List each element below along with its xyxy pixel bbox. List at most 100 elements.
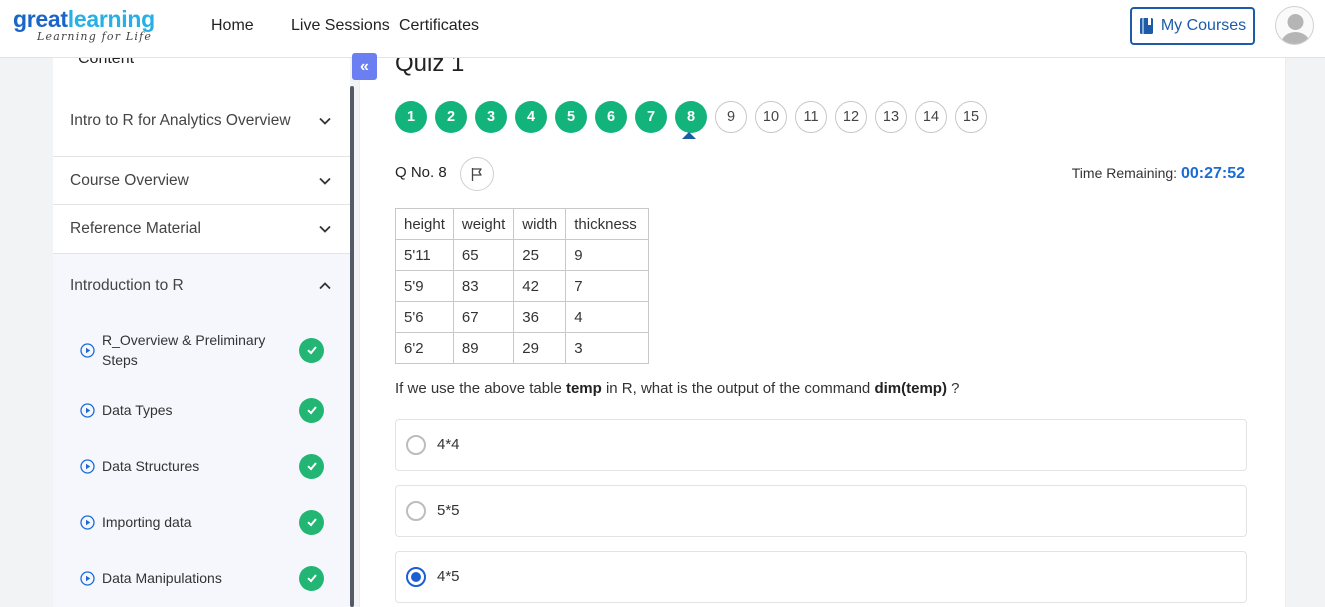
chevron-down-icon bbox=[319, 117, 331, 125]
question-button-13[interactable]: 13 bbox=[875, 101, 907, 133]
question-button-10[interactable]: 10 bbox=[755, 101, 787, 133]
time-label: Time Remaining: bbox=[1071, 165, 1178, 181]
answer-option-selected[interactable]: 4*5 bbox=[395, 551, 1247, 603]
greatlearning-logo[interactable]: greatlearning Learning for Life bbox=[13, 7, 155, 43]
lesson-item[interactable]: R_Overview & Preliminary Steps bbox=[53, 328, 350, 372]
question-button-15[interactable]: 15 bbox=[955, 101, 987, 133]
table-cell: 89 bbox=[452, 332, 515, 364]
table-cell: 65 bbox=[452, 239, 515, 271]
lesson-item[interactable]: Data Structures bbox=[53, 446, 350, 486]
completed-check-icon bbox=[299, 565, 324, 591]
section-reference-material[interactable]: Reference Material bbox=[53, 205, 350, 254]
table-cell: 36 bbox=[513, 301, 567, 333]
table-cell: 83 bbox=[452, 270, 515, 302]
completed-check-icon bbox=[299, 509, 324, 535]
question-button-12[interactable]: 12 bbox=[835, 101, 867, 133]
question-text-bold: temp bbox=[565, 380, 602, 397]
question-button-5[interactable]: 5 bbox=[555, 101, 587, 133]
option-label: 4*5 bbox=[437, 568, 460, 585]
nav-home[interactable]: Home bbox=[211, 17, 254, 35]
play-circle-icon bbox=[80, 514, 95, 530]
table-cell: 9 bbox=[565, 239, 650, 271]
table-cell: 67 bbox=[452, 301, 515, 333]
logo-wordmark: greatlearning bbox=[13, 7, 155, 31]
logo-learning: learning bbox=[67, 6, 155, 32]
question-data-table: height weight width thickness 5'11 65 25… bbox=[395, 208, 650, 364]
section-title: Reference Material bbox=[70, 220, 201, 237]
flag-question-button[interactable] bbox=[460, 157, 494, 191]
question-button-6[interactable]: 6 bbox=[595, 101, 627, 133]
completed-check-icon bbox=[299, 397, 324, 423]
time-remaining: Time Remaining: 00:27:52 bbox=[1072, 165, 1245, 183]
question-button-9[interactable]: 9 bbox=[715, 101, 747, 133]
user-avatar[interactable] bbox=[1275, 6, 1314, 45]
question-text-part: in R, what is the output of the command bbox=[601, 380, 875, 397]
my-courses-label: My Courses bbox=[1160, 17, 1247, 34]
top-header: greatlearning Learning for Life Home Liv… bbox=[0, 0, 1325, 58]
flag-icon bbox=[471, 167, 482, 181]
logo-great: great bbox=[13, 6, 68, 32]
question-button-3[interactable]: 3 bbox=[475, 101, 507, 133]
page-margin bbox=[1287, 58, 1325, 607]
table-row: 5'6 67 36 4 bbox=[395, 301, 650, 333]
user-icon bbox=[1281, 14, 1310, 44]
lesson-item[interactable]: Data Manipulations bbox=[53, 558, 350, 598]
question-button-4[interactable]: 4 bbox=[515, 101, 547, 133]
sidebar-scrollbar[interactable] bbox=[350, 86, 354, 607]
radio-button[interactable] bbox=[406, 501, 426, 521]
table-cell: 42 bbox=[513, 270, 567, 302]
lesson-title: R_Overview & Preliminary Steps bbox=[102, 332, 266, 368]
section-introduction-to-r-expanded: Introduction to R R_Overview & Prelimina… bbox=[53, 254, 350, 607]
table-cell: 3 bbox=[565, 332, 650, 364]
table-header-cell: height bbox=[395, 208, 454, 240]
course-sidebar: Content Intro to R for Analytics Overvie… bbox=[53, 58, 350, 607]
question-button-8[interactable]: 8 bbox=[675, 101, 707, 133]
lesson-title: Importing data bbox=[102, 514, 192, 530]
chevron-down-icon bbox=[319, 225, 331, 233]
nav-live-sessions[interactable]: Live Sessions bbox=[291, 17, 390, 35]
radio-button[interactable] bbox=[406, 435, 426, 455]
table-cell: 6'2 bbox=[395, 332, 454, 364]
play-circle-icon bbox=[80, 402, 95, 418]
question-button-7[interactable]: 7 bbox=[635, 101, 667, 133]
completed-check-icon bbox=[299, 337, 324, 363]
section-course-overview[interactable]: Course Overview bbox=[53, 157, 350, 205]
question-number: Q No. 8 bbox=[395, 164, 447, 181]
question-button-11[interactable]: 11 bbox=[795, 101, 827, 133]
answer-option[interactable]: 5*5 bbox=[395, 485, 1247, 537]
book-icon bbox=[1139, 18, 1153, 34]
section-intro-overview[interactable]: Intro to R for Analytics Overview bbox=[53, 86, 350, 157]
table-cell: 29 bbox=[513, 332, 567, 364]
completed-check-icon bbox=[299, 453, 324, 479]
table-cell: 5'6 bbox=[395, 301, 454, 333]
question-text-bold: dim(temp) bbox=[874, 380, 947, 397]
current-question-indicator bbox=[682, 132, 696, 139]
table-cell: 7 bbox=[565, 270, 650, 302]
play-circle-icon bbox=[80, 458, 95, 474]
radio-button-selected[interactable] bbox=[406, 567, 426, 587]
nav-certificates[interactable]: Certificates bbox=[399, 17, 479, 35]
question-button-2[interactable]: 2 bbox=[435, 101, 467, 133]
question-button-14[interactable]: 14 bbox=[915, 101, 947, 133]
table-header-cell: thickness bbox=[565, 208, 650, 240]
play-circle-icon bbox=[80, 342, 95, 358]
option-label: 4*4 bbox=[437, 436, 460, 453]
lesson-item[interactable]: Importing data bbox=[53, 502, 350, 542]
option-label: 5*5 bbox=[437, 502, 460, 519]
table-header-cell: width bbox=[513, 208, 567, 240]
question-text-part: If we use the above table bbox=[395, 380, 566, 397]
question-text-part: ? bbox=[946, 380, 960, 397]
content-label: Content bbox=[78, 58, 135, 67]
table-row: 5'9 83 42 7 bbox=[395, 270, 650, 302]
answer-option[interactable]: 4*4 bbox=[395, 419, 1247, 471]
lesson-item[interactable]: Data Types bbox=[53, 390, 350, 430]
double-chevron-left-icon: « bbox=[360, 57, 369, 75]
collapse-sidebar-button[interactable]: « bbox=[352, 53, 377, 80]
question-button-1[interactable]: 1 bbox=[395, 101, 427, 133]
my-courses-button[interactable]: My Courses bbox=[1130, 7, 1255, 45]
chevron-down-icon bbox=[319, 177, 331, 185]
time-value: 00:27:52 bbox=[1180, 165, 1245, 182]
section-introduction-to-r[interactable]: Introduction to R bbox=[53, 254, 350, 318]
table-row: 6'2 89 29 3 bbox=[395, 332, 650, 364]
section-title: Intro to R for Analytics Overview bbox=[70, 112, 291, 129]
